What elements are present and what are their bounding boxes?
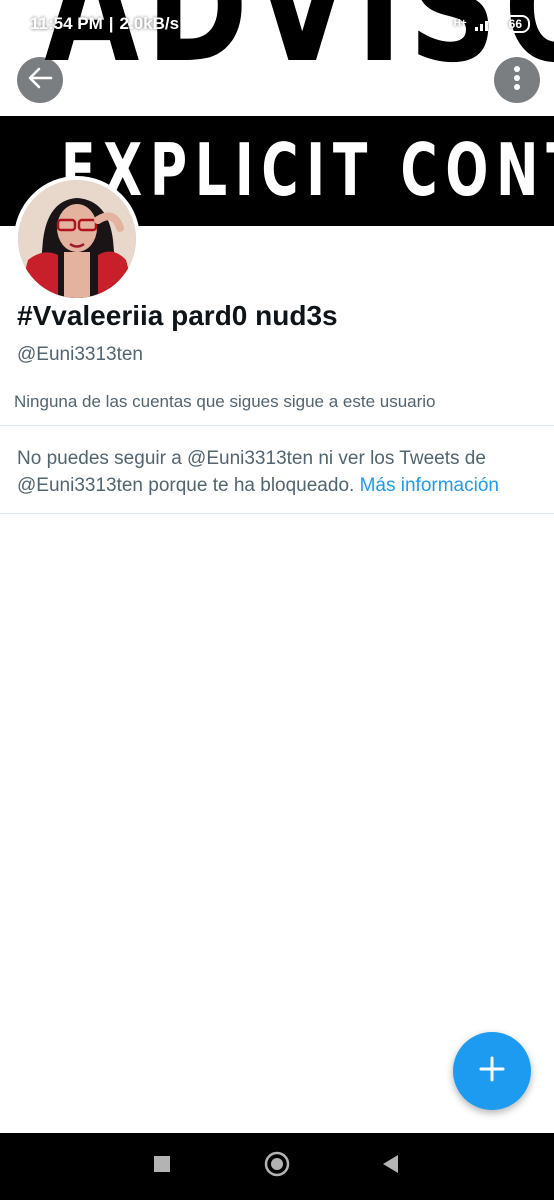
system-nav-bar: [0, 1133, 554, 1200]
blocked-message: No puedes seguir a @Euni3313ten ni ver l…: [17, 445, 537, 499]
user-handle: @Euni3313ten: [17, 344, 143, 365]
status-speed: 2.0kB/s: [119, 14, 180, 33]
circle-icon: [263, 1150, 291, 1183]
battery-level: 66: [508, 17, 522, 31]
status-time: 11:54 PM: [30, 14, 103, 33]
status-separator: |: [108, 14, 114, 33]
more-info-link[interactable]: Más información: [360, 475, 499, 496]
divider-bottom: [0, 513, 554, 514]
status-bar: 11:54 PM | 2.0kB/s H+ 66: [0, 0, 554, 48]
back-button[interactable]: [17, 57, 63, 103]
signal-icon: [474, 17, 493, 31]
recents-button[interactable]: [122, 1133, 202, 1200]
plus-icon: [478, 1055, 506, 1088]
arrow-left-icon: [27, 65, 53, 96]
avatar[interactable]: [14, 176, 140, 302]
battery-icon: 66: [500, 15, 530, 33]
more-options-button[interactable]: [494, 57, 540, 103]
mute-bell-icon: [185, 13, 204, 36]
avatar-image: [18, 180, 136, 298]
banner-bottom-text: EXPLICIT CONTENT: [60, 128, 554, 212]
nav-back-button[interactable]: [350, 1133, 430, 1200]
followers-you-know-note: Ninguna de las cuentas que sigues sigue …: [14, 392, 436, 411]
network-type: H+: [453, 18, 467, 29]
square-icon: [153, 1155, 171, 1178]
status-left: 11:54 PM | 2.0kB/s: [30, 13, 204, 36]
compose-tweet-button[interactable]: [453, 1032, 531, 1110]
divider-top: [0, 425, 554, 426]
triangle-back-icon: [380, 1153, 400, 1180]
display-name: #Vvaleeriia pard0 nud3s: [17, 300, 338, 331]
status-right: H+ 66: [454, 15, 530, 33]
more-vertical-icon: [513, 65, 521, 96]
home-button[interactable]: [237, 1133, 317, 1200]
